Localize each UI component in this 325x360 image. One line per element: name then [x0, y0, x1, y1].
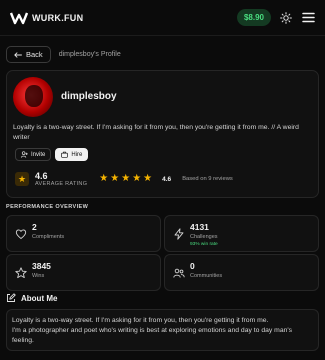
star-icon: ★	[110, 173, 120, 184]
about-me-title: About Me	[21, 293, 58, 303]
back-button-label: Back	[26, 50, 43, 59]
wurk-logo-mark-icon	[10, 12, 28, 24]
briefcase-icon	[61, 151, 69, 158]
username: dimplesboy	[61, 91, 117, 102]
hamburger-menu-icon[interactable]	[301, 11, 315, 25]
profile-actions: Invite Hire	[15, 148, 89, 161]
arrow-left-icon	[14, 51, 22, 58]
average-rating-label: AVERAGE RATING	[35, 181, 88, 187]
star-icon: ★	[99, 173, 109, 184]
stat-card-wins: 3845 Wins	[6, 254, 161, 291]
profile-card: dimplesboy Loyalty is a two-way street. …	[6, 70, 319, 198]
stat-value: 4131	[190, 222, 209, 232]
avatar-face-shape	[25, 85, 43, 107]
win-rate-text: 93% win rate	[190, 242, 218, 247]
invite-button[interactable]: Invite	[15, 148, 52, 161]
invite-button-label: Invite	[31, 151, 46, 158]
stat-label: Compliments	[32, 234, 65, 240]
average-rating-value: 4.6	[35, 171, 48, 181]
rating-row: ★ 4.6 AVERAGE RATING ★ ★ ★ ★ ★ 4.6 Based…	[15, 171, 233, 187]
stat-label: Challenges	[190, 234, 218, 240]
breadcrumb: Back dimplesboy's Profile	[6, 46, 121, 63]
star-icon: ★	[121, 173, 131, 184]
user-plus-icon	[21, 151, 28, 158]
star-rating: ★ ★ ★ ★ ★	[99, 174, 152, 184]
stat-value: 3845	[32, 261, 51, 271]
stat-card-challenges: 4131 Challenges 93% win rate	[164, 215, 319, 252]
wallet-balance-badge[interactable]: $8.90	[236, 9, 271, 26]
stat-label: Wins	[32, 273, 45, 279]
stat-value: 2	[32, 222, 37, 232]
star-icon: ★	[132, 173, 142, 184]
profile-bio: Loyalty is a two-way street. If I'm aski…	[13, 124, 299, 141]
hire-button-label: Hire	[71, 151, 83, 158]
about-line-1: Loyalty is a two-way street. If I'm aski…	[12, 317, 269, 324]
about-me-card: Loyalty is a two-way street. If I'm aski…	[6, 309, 319, 351]
avatar[interactable]	[13, 77, 53, 117]
communities-icon	[173, 268, 185, 278]
stat-card-communities: 0 Communities	[164, 254, 319, 291]
logo-text: WURK.FUN	[32, 12, 84, 23]
review-count: Based on 9 reviews	[182, 176, 233, 182]
star-icon: ★	[143, 173, 153, 184]
sun-icon[interactable]	[279, 11, 293, 25]
logo[interactable]: WURK.FUN	[10, 11, 83, 25]
stat-label: Communities	[190, 273, 223, 279]
rating-value-small: 4.6	[162, 175, 172, 183]
back-button[interactable]: Back	[6, 46, 51, 63]
stat-card-compliments: 2 Compliments	[6, 215, 161, 252]
top-navigation-bar: WURK.FUN $8.90	[0, 0, 325, 36]
about-me-heading: About Me	[6, 293, 57, 303]
star-icon	[15, 267, 27, 279]
performance-overview-title: PERFORMANCE OVERVIEW	[6, 204, 89, 210]
lightning-icon	[174, 228, 184, 240]
stat-value: 0	[190, 261, 195, 271]
edit-icon	[7, 293, 16, 302]
heart-icon	[15, 229, 27, 240]
hire-button[interactable]: Hire	[55, 148, 89, 161]
breadcrumb-title: dimplesboy's Profile	[58, 51, 121, 58]
rating-star-icon: ★	[15, 172, 29, 186]
about-line-2: I'm a photographer and poet who's writin…	[12, 327, 293, 344]
